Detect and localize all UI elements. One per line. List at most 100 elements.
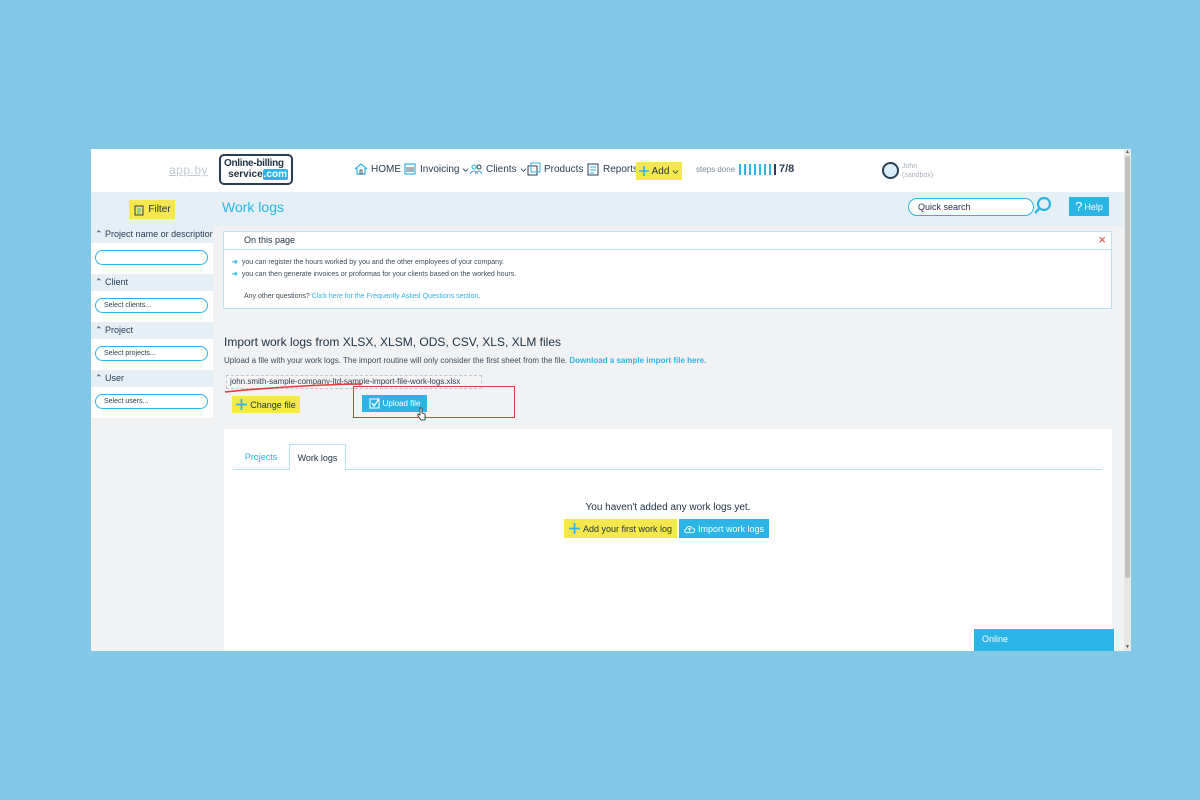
help-button[interactable]: ? Help (1069, 197, 1109, 216)
project-select[interactable]: Select projects... (95, 346, 208, 361)
filter-group-toggle[interactable]: ⌃ Project name or description (91, 226, 213, 243)
import-work-logs-button[interactable]: Import work logs (679, 519, 769, 538)
info-question: Any other questions? Click here for the … (232, 291, 1111, 303)
annotation-underline (224, 383, 363, 393)
users-icon (469, 164, 483, 175)
scroll-down-icon[interactable]: ▼ (1124, 644, 1131, 651)
chevron-down-icon (520, 167, 527, 172)
import-title: Import work logs from XLSX, XLSM, ODS, C… (224, 335, 562, 349)
tab-projects[interactable]: Projects (233, 444, 289, 470)
plus-icon (638, 166, 649, 176)
step-done-bar (754, 164, 756, 175)
invoice-icon (404, 163, 416, 175)
search-icon[interactable] (1033, 196, 1053, 216)
filter-button-label: Filter (148, 204, 171, 215)
add-button-label: Add (651, 165, 670, 177)
hand-cursor-icon (417, 407, 426, 421)
nav-clients[interactable]: Clients (469, 162, 527, 176)
info-question-suffix: . (478, 293, 481, 300)
plus-icon (236, 399, 248, 410)
user-name: John (902, 163, 918, 170)
add-first-work-log-button[interactable]: Add your first work log (564, 519, 677, 538)
filter-sidebar: Filter ⌃ Project name or description ⌃ C… (91, 192, 213, 418)
nav-invoicing-label: Invoicing (420, 163, 460, 175)
cloud-upload-icon (684, 525, 695, 533)
logo-line1: Online-billing (224, 158, 284, 169)
upload-file-label: Upload file (382, 399, 421, 408)
filter-group-toggle[interactable]: ⌃ Project (91, 322, 213, 339)
nav-clients-label: Clients (486, 163, 517, 175)
info-header: On this page × (224, 232, 1111, 250)
close-icon[interactable]: × (1098, 233, 1106, 247)
logo-tld: .com (262, 169, 288, 180)
filter-group-toggle[interactable]: ⌃ Client (91, 274, 213, 291)
filter-project: ⌃ Project Select projects... (91, 322, 213, 370)
step-done-bar (769, 164, 771, 175)
filter-title: Project (105, 325, 134, 335)
tab-bar: Projects Work logs (233, 444, 1102, 471)
step-pending-bar (774, 164, 776, 175)
chevron-down-icon (672, 169, 679, 174)
steps-progress[interactable] (739, 164, 776, 175)
help-button-label: Help (1084, 201, 1103, 212)
page-title: Work logs (222, 199, 284, 215)
avatar[interactable] (882, 162, 899, 179)
filter-project-name: ⌃ Project name or description (91, 226, 213, 274)
steps-label: steps done (696, 165, 736, 174)
nav-reports[interactable]: Reports (586, 162, 638, 176)
faq-link[interactable]: Click here for the Frequently Asked Ques… (312, 293, 479, 300)
tabs-panel: Projects Work logs You haven't added any… (224, 429, 1112, 651)
filter-user: ⌃ User Select users... (91, 370, 213, 418)
info-title: On this page (244, 235, 296, 245)
brand-link[interactable]: app.by (169, 163, 208, 177)
nav-reports-label: Reports (603, 163, 639, 175)
tab-work-logs[interactable]: Work logs (289, 444, 346, 471)
info-bullet-text: you can then generate invoices or profor… (241, 271, 517, 278)
step-done-bar (759, 164, 761, 175)
nav-home[interactable]: HOME (354, 162, 401, 176)
info-body: ➔ you can register the hours worked by yo… (224, 250, 1111, 303)
user-menu[interactable]: John (sandbox) (902, 162, 933, 180)
client-select[interactable]: Select clients... (95, 298, 208, 313)
add-button[interactable]: Add (636, 162, 682, 180)
step-done-bar (739, 164, 741, 175)
filter-title: User (105, 373, 125, 383)
import-description: Upload a file with your work logs. The i… (224, 356, 706, 365)
nav-invoicing[interactable]: Invoicing (403, 162, 469, 176)
step-done-bar (744, 164, 746, 175)
scrollbar-thumb[interactable] (1125, 156, 1130, 578)
change-file-label: Change file (250, 399, 296, 410)
scroll-up-icon[interactable]: ▲ (1124, 149, 1131, 156)
scrollbar[interactable]: ▲ ▼ (1124, 149, 1131, 651)
logo-service: service (228, 169, 263, 180)
arrow-right-icon: ➔ (232, 259, 238, 266)
app-window: app.by Online-billing service.com HOME I… (91, 149, 1131, 651)
empty-state-message: You haven't added any work logs yet. (585, 502, 751, 513)
clipboard-icon (134, 205, 144, 215)
products-icon (527, 162, 541, 176)
import-work-logs-label: Import work logs (697, 523, 765, 534)
change-file-button[interactable]: Change file (232, 396, 300, 413)
logo[interactable]: Online-billing service.com (219, 154, 293, 185)
info-box: On this page × ➔ you can register the hou… (223, 231, 1112, 309)
search-input[interactable]: Quick search (908, 198, 1034, 216)
import-description-text: Upload a file with your work logs. The i… (224, 356, 568, 365)
filter-button[interactable]: Filter (129, 200, 175, 219)
filter-group-toggle[interactable]: ⌃ User (91, 370, 213, 387)
user-select[interactable]: Select users... (95, 394, 208, 409)
step-done-bar (764, 164, 766, 175)
reports-icon (587, 163, 599, 176)
download-sample-link[interactable]: Download a sample import file here. (569, 356, 706, 365)
info-question-text: Any other questions? (244, 293, 310, 300)
project-name-input[interactable] (95, 250, 208, 265)
filter-header: Filter (91, 192, 213, 226)
arrow-right-icon: ➔ (232, 271, 238, 278)
nav-products-label: Products (544, 163, 584, 175)
filter-title: Project name or description (105, 229, 213, 239)
step-done-bar (749, 164, 751, 175)
nav-products[interactable]: Products (527, 162, 583, 176)
steps-count: 7/8 (779, 163, 795, 175)
online-chat-widget[interactable]: Online (974, 629, 1114, 651)
nav-home-label: HOME (371, 163, 401, 175)
plus-icon (568, 523, 580, 534)
